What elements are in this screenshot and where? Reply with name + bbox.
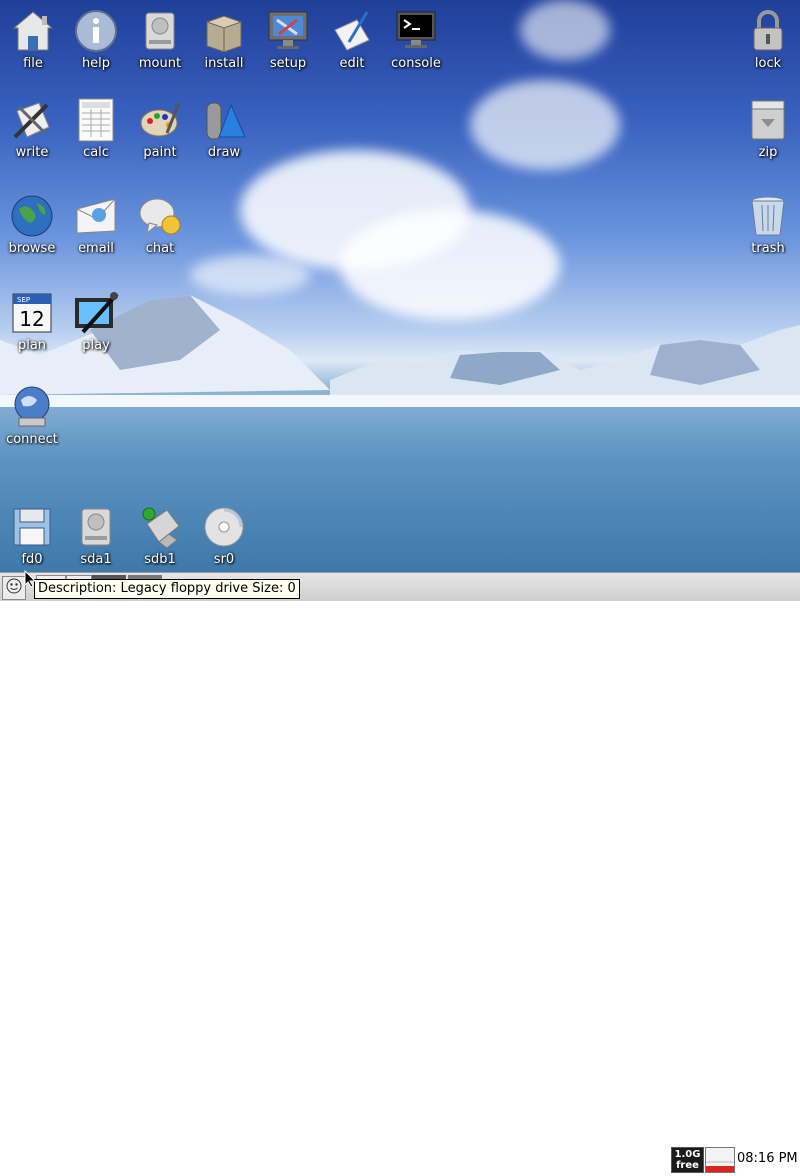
disk-free-value: 1.0G xyxy=(674,1149,701,1160)
desktop-icon-calc[interactable]: calc xyxy=(64,97,128,160)
paint-icon xyxy=(140,102,181,137)
icon-label: chat xyxy=(145,241,175,256)
icon-label: help xyxy=(81,56,111,71)
desktop-icon-chat[interactable]: chat xyxy=(128,193,192,256)
icon-label: edit xyxy=(339,56,365,71)
icon-label: sdb1 xyxy=(144,552,176,567)
desktop-icon-plan[interactable]: SEP 12 plan xyxy=(0,290,64,353)
desktop-icon-browse[interactable]: browse xyxy=(0,193,64,256)
icon-label: sda1 xyxy=(80,552,112,567)
browse-icon xyxy=(11,195,53,237)
system-load-meter[interactable] xyxy=(705,1147,735,1173)
menu-button[interactable] xyxy=(2,576,26,600)
menu-icon xyxy=(6,578,22,594)
drive-fd0[interactable]: fd0 xyxy=(0,504,64,567)
icon-label: draw xyxy=(207,145,241,160)
floppy-drive-icon xyxy=(13,508,51,546)
drive-tooltip: Description: Legacy floppy drive Size: 0 xyxy=(34,579,300,599)
icon-label: browse xyxy=(8,241,56,256)
icon-label: paint xyxy=(143,145,177,160)
file-icon xyxy=(12,11,54,51)
write-icon xyxy=(13,102,50,139)
desktop-icon-file[interactable]: file xyxy=(1,8,65,71)
icon-label: setup xyxy=(269,56,307,71)
mouse-pointer-icon xyxy=(24,570,36,588)
help-icon xyxy=(75,10,117,52)
setup-icon xyxy=(268,11,308,49)
desktop: file help mount install setup edit conso… xyxy=(0,0,800,572)
icon-label: write xyxy=(15,145,49,160)
desktop-icon-email[interactable]: email xyxy=(64,193,128,256)
zip-icon xyxy=(751,100,785,140)
trash-icon xyxy=(751,196,785,236)
desktop-icon-setup[interactable]: setup xyxy=(256,8,320,71)
desktop-icon-trash[interactable]: trash xyxy=(736,193,800,256)
mount-icon xyxy=(145,12,175,50)
icon-label: email xyxy=(78,241,114,256)
icon-label: lock xyxy=(754,56,782,71)
icon-label: console xyxy=(391,56,441,71)
plan-calendar-month: SEP xyxy=(17,296,30,304)
desktop-icon-lock[interactable]: lock xyxy=(736,8,800,71)
plan-calendar-day: 12 xyxy=(19,307,44,331)
console-icon xyxy=(396,11,436,48)
disk-free-label: free xyxy=(676,1160,699,1171)
hard-drive-icon xyxy=(81,508,111,546)
drive-sr0[interactable]: sr0 xyxy=(192,504,256,567)
icon-label: calc xyxy=(83,145,109,160)
play-icon xyxy=(75,292,119,334)
desktop-icon-zip[interactable]: zip xyxy=(736,97,800,160)
clock[interactable]: 08:16 PM xyxy=(737,1151,798,1166)
drive-sda1[interactable]: sda1 xyxy=(64,504,128,567)
calc-icon xyxy=(78,98,114,142)
connect-icon xyxy=(14,386,50,427)
draw-icon xyxy=(206,102,246,140)
icon-label: zip xyxy=(758,145,778,160)
lock-icon xyxy=(753,10,783,51)
desktop-icon-edit[interactable]: edit xyxy=(320,8,384,71)
icon-label: trash xyxy=(751,241,785,256)
load-graph-icon xyxy=(706,1161,734,1172)
icon-label: file xyxy=(23,56,43,71)
icon-label: install xyxy=(204,56,244,71)
icon-label: connect xyxy=(6,432,58,447)
desktop-icon-paint[interactable]: paint xyxy=(128,97,192,160)
edit-icon xyxy=(334,11,370,51)
desktop-icon-mount[interactable]: mount xyxy=(128,8,192,71)
cdrom-drive-icon xyxy=(204,507,244,547)
email-icon xyxy=(76,198,116,234)
icon-label: mount xyxy=(138,56,182,71)
desktop-icon-console[interactable]: console xyxy=(384,8,448,71)
install-icon xyxy=(205,15,243,53)
chat-icon xyxy=(139,198,181,235)
desktop-icon-help[interactable]: help xyxy=(64,8,128,71)
disk-free-indicator[interactable]: 1.0G free xyxy=(671,1147,704,1173)
desktop-icon-install[interactable]: install xyxy=(192,8,256,71)
icon-label: sr0 xyxy=(213,552,235,567)
wallpaper-mountains xyxy=(0,295,800,407)
usb-drive-icon xyxy=(142,507,180,549)
drive-sdb1[interactable]: sdb1 xyxy=(128,504,192,567)
icon-label: play xyxy=(82,338,110,353)
desktop-icon-write[interactable]: write xyxy=(0,97,64,160)
plan-icon: SEP 12 xyxy=(12,293,52,333)
icon-label: plan xyxy=(17,338,47,353)
desktop-icon-play[interactable]: play xyxy=(64,290,128,353)
icon-label: fd0 xyxy=(21,552,43,567)
desktop-icon-draw[interactable]: draw xyxy=(192,97,256,160)
desktop-icon-connect[interactable]: connect xyxy=(0,384,64,447)
